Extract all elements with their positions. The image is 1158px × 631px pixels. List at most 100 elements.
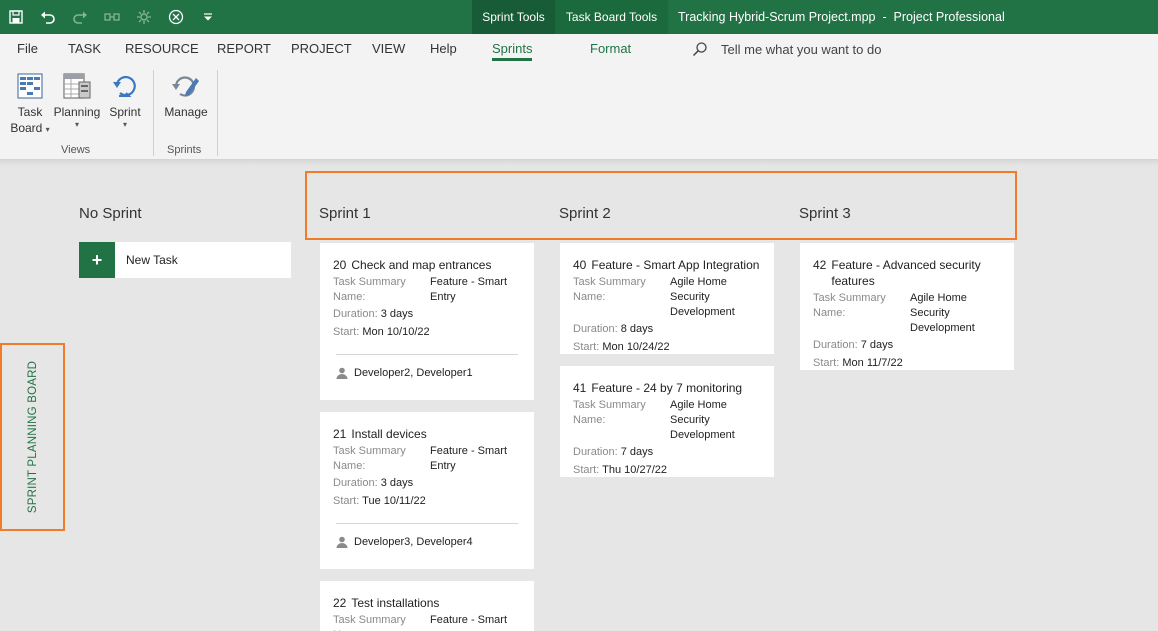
settings-icon[interactable] <box>128 0 160 34</box>
task-card[interactable]: 22 Test installations Task Summary Name:… <box>320 581 534 631</box>
start-value: Mon 11/7/22 <box>842 357 903 369</box>
duration-value: 3 days <box>380 308 414 320</box>
duration-field: Duration: 3 days <box>333 305 521 323</box>
task-card[interactable]: 20 Check and map entrances Task Summary … <box>320 243 534 400</box>
start-field: Start: Thu 10/27/22 <box>573 461 761 479</box>
duration-field: Duration: 7 days <box>813 336 1001 354</box>
tab-report[interactable]: REPORT <box>217 34 271 64</box>
start-field: Start: Mon 10/24/22 <box>573 338 761 356</box>
group-label-sprints: Sprints <box>167 144 202 156</box>
card-title: 41 Feature - 24 by 7 monitoring <box>573 380 761 396</box>
planning-icon <box>63 73 91 99</box>
task-name: Feature - 24 by 7 monitoring <box>591 381 743 395</box>
column-header-sprint-3: Sprint 3 <box>799 205 851 222</box>
task-name: Install devices <box>351 427 427 441</box>
summary-field: Task Summary Name: Agile Home Security D… <box>573 398 761 443</box>
tab-project[interactable]: PROJECT <box>291 34 352 64</box>
start-label: Start: <box>573 464 600 476</box>
link-icon[interactable] <box>96 0 128 34</box>
summary-field: Task Summary Name: Feature - Smart Entry <box>333 444 521 474</box>
new-task-button[interactable]: + New Task <box>79 242 291 278</box>
planning-caret-icon: ▾ <box>74 120 79 129</box>
duration-value: 7 days <box>860 339 894 351</box>
tab-file[interactable]: File <box>17 34 38 64</box>
card-divider <box>336 523 518 524</box>
task-name: Feature - Advanced security features <box>831 258 981 288</box>
person-icon <box>336 367 348 379</box>
sprint-planning-board-label: SPRINT PLANNING BOARD <box>0 343 65 531</box>
card-divider <box>336 354 518 355</box>
assignees: Developer2, Developer1 <box>333 367 521 379</box>
summary-field: Task Summary Name: Feature - Smart <box>333 613 521 631</box>
task-card[interactable]: 41 Feature - 24 by 7 monitoring Task Sum… <box>560 366 774 477</box>
ribbon-shadow <box>0 160 1158 166</box>
sprint-label: Sprint <box>109 105 141 119</box>
summary-value: Feature - Smart <box>430 614 508 626</box>
manage-button[interactable]: Manage <box>162 70 210 120</box>
column-header-no-sprint: No Sprint <box>79 205 142 222</box>
summary-field-label: Task Summary Name: <box>813 292 886 319</box>
plus-icon: + <box>79 242 115 278</box>
summary-value: Agile Home Security Development <box>670 276 735 318</box>
duration-value: 7 days <box>620 446 654 458</box>
assignees: Developer3, Developer4 <box>333 536 521 548</box>
duration-field: Duration: 8 days <box>573 320 761 338</box>
summary-field-label: Task Summary Name: <box>573 276 646 303</box>
tab-format[interactable]: Format <box>590 34 631 64</box>
tell-me-box[interactable]: Tell me what you want to do <box>692 34 881 64</box>
new-task-label: New Task <box>126 253 178 267</box>
start-field: Start: Tue 10/11/22 <box>333 492 521 510</box>
start-label: Start: <box>333 326 360 338</box>
task-card[interactable]: 42 Feature - Advanced security features … <box>800 243 1014 370</box>
sprint-cycle-icon <box>113 75 136 97</box>
task-name: Feature - Smart App Integration <box>591 258 760 272</box>
task-name: Test installations <box>351 596 440 610</box>
redo-icon[interactable] <box>64 0 96 34</box>
duration-label: Duration: <box>333 477 378 489</box>
task-id: 40 <box>573 258 587 272</box>
task-card[interactable]: 40 Feature - Smart App Integration Task … <box>560 243 774 354</box>
manage-sprints-icon <box>172 76 199 97</box>
summary-value: Agile Home Security Development <box>910 292 975 334</box>
ribbon-tabs: File TASK RESOURCE REPORT PROJECT VIEW H… <box>0 34 1158 64</box>
autofilter-icon[interactable] <box>160 0 192 34</box>
summary-field: Task Summary Name: Feature - Smart Entry <box>333 275 521 305</box>
card-title: 20 Check and map entrances <box>333 257 521 273</box>
assignee-names: Developer3, Developer4 <box>354 536 473 548</box>
summary-value: Feature - Smart Entry <box>430 445 508 472</box>
card-title: 42 Feature - Advanced security features <box>813 257 1001 289</box>
quick-access-toolbar <box>0 0 224 34</box>
card-title: 40 Feature - Smart App Integration <box>573 257 761 273</box>
group-separator <box>153 70 154 156</box>
sprint-caret-icon: ▾ <box>122 120 127 129</box>
tab-sprints[interactable]: Sprints <box>492 34 533 64</box>
assignee-names: Developer2, Developer1 <box>354 367 473 379</box>
start-label: Start: <box>573 341 600 353</box>
group-separator <box>217 70 218 156</box>
planning-button[interactable]: Planning ▾ <box>53 70 101 130</box>
tab-view[interactable]: VIEW <box>372 34 405 64</box>
tab-help[interactable]: Help <box>430 34 457 64</box>
task-card[interactable]: 21 Install devices Task Summary Name: Fe… <box>320 412 534 569</box>
summary-value: Feature - Smart Entry <box>430 276 508 303</box>
summary-field: Task Summary Name: Agile Home Security D… <box>813 291 1001 336</box>
summary-field-label: Task Summary Name: <box>573 399 646 426</box>
card-title: 21 Install devices <box>333 426 521 442</box>
tab-task[interactable]: TASK <box>68 34 101 64</box>
group-label-views: Views <box>61 144 91 156</box>
task-board-icon <box>17 73 43 99</box>
document-title: Tracking Hybrid-Scrum Project.mpp - Proj… <box>678 10 1005 24</box>
tab-resource[interactable]: RESOURCE <box>125 34 199 64</box>
column-header-sprint-2: Sprint 2 <box>559 205 611 222</box>
task-id: 20 <box>333 258 347 272</box>
undo-icon[interactable] <box>32 0 64 34</box>
customize-qat-icon[interactable] <box>192 0 224 34</box>
duration-label: Duration: <box>573 323 618 335</box>
save-icon[interactable] <box>0 0 32 34</box>
task-board-button[interactable]: Task Board ▾ <box>10 70 50 136</box>
task-id: 21 <box>333 427 347 441</box>
tell-me-text: Tell me what you want to do <box>721 41 882 57</box>
summary-field-label: Task Summary Name: <box>333 445 406 472</box>
card-title: 22 Test installations <box>333 595 521 611</box>
sprint-button[interactable]: Sprint ▾ <box>105 70 145 130</box>
